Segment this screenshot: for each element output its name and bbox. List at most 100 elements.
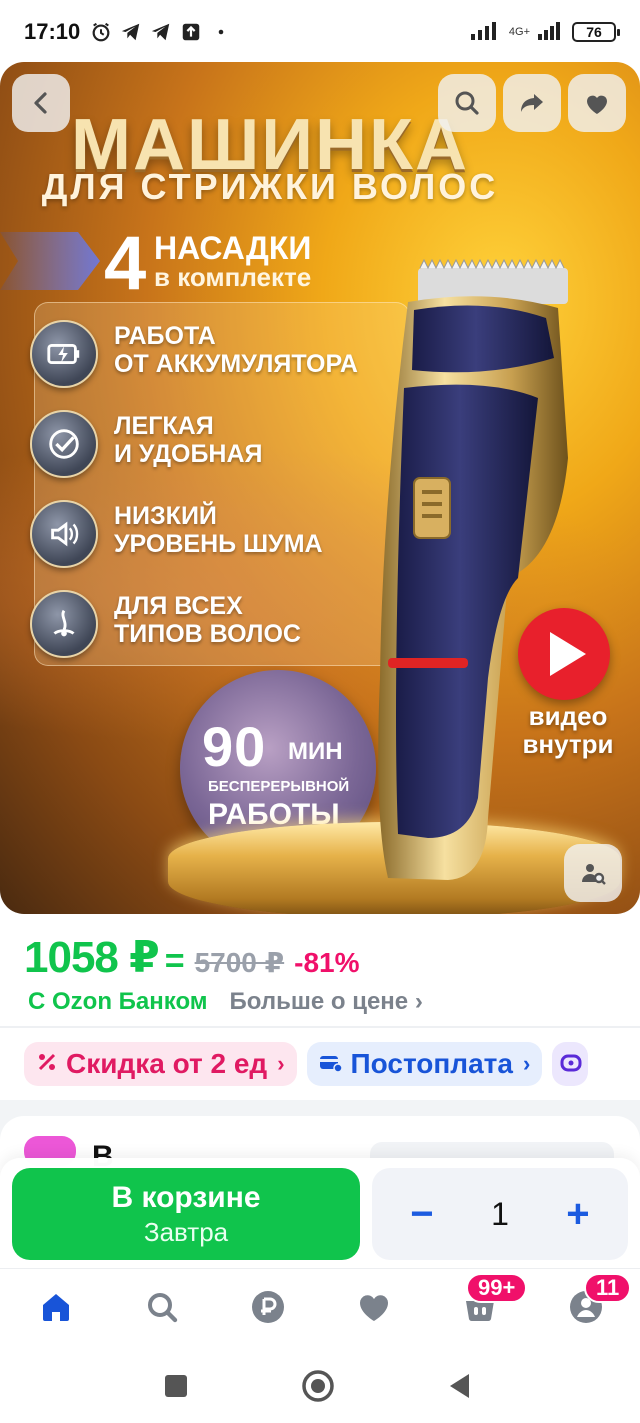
signal-icon [470,20,501,45]
price-details-row: С Ozon Банком Больше о цене › [28,988,423,1016]
nozzles-count: 4 [104,221,147,306]
more-about-price-link[interactable]: Больше о цене › [230,988,423,1016]
back-button[interactable] [12,74,70,132]
increase-quantity-button[interactable]: + [558,1194,598,1234]
tab-catalog-search[interactable] [138,1283,186,1331]
similar-search-button[interactable] [564,844,622,902]
ozon-card-price-icon: = [164,942,185,980]
feature-hair-text: ДЛЯ ВСЕХ ТИПОВ ВОЛОС [114,592,301,648]
chip-bulk-discount-label: Скидка от 2 ед [66,1048,268,1079]
original-price: 5700 ₽ [194,947,285,978]
percent-icon [36,1048,58,1080]
video-label-line1: видео [528,701,608,731]
feature-hair: ДЛЯ ВСЕХ ТИПОВ ВОЛОС [0,586,400,666]
runtime-line1: БЕСПЕРЕРЫВНОЙ [208,778,350,795]
feature-battery-line2: ОТ АККУМУЛЯТОРА [114,350,358,378]
status-right: 4G+ 76 [470,20,620,45]
cart-count-badge: 99+ [466,1273,528,1303]
hair-follicle-icon [30,590,98,658]
square-icon [165,1375,187,1397]
in-cart-label: В корзине [111,1181,261,1214]
in-cart-button[interactable]: В корзине Завтра [12,1168,360,1260]
feature-hair-line1: ДЛЯ ВСЕХ [114,592,243,620]
nozzles-banner: 4 НАСАДКИ в комплекте [0,221,420,310]
price-row[interactable]: 1058 ₽ = 5700 ₽ -81% [24,932,360,988]
profile-count-badge: 11 [584,1273,632,1303]
signal-icon-2 [538,20,564,45]
feature-hair-line2: ТИПОВ ВОЛОС [114,620,301,648]
card-icon [319,1048,343,1080]
triangle-back-icon [450,1374,469,1398]
search-icon [455,91,479,115]
promo-chips: Скидка от 2 ед › Постоплата › [24,1042,640,1090]
feature-light: ЛЕГКАЯ И УДОБНАЯ [0,406,400,486]
telegram-icon [120,21,142,43]
feature-noise: НИЗКИЙ УРОВЕНЬ ШУМА [0,496,400,576]
tab-profile[interactable]: 11 [562,1273,632,1331]
feature-light-line2: И УДОБНАЯ [114,440,263,468]
tab-finance[interactable] [244,1283,292,1331]
checkmark-icon [30,410,98,478]
system-back-button[interactable] [442,1368,478,1404]
hair-clipper-illustration [368,258,568,914]
tab-cart[interactable]: 99+ [456,1273,528,1331]
telegram-icon-2 [150,21,172,43]
feature-battery-line1: РАБОТА [114,322,216,350]
quantity-stepper: − 1 + [372,1168,628,1260]
chevron-left-icon [34,92,47,114]
discount-percent: -81% [294,947,360,978]
circle-icon [302,1370,334,1402]
bottom-tab-bar: 99+ 11 [0,1268,640,1352]
home-button[interactable] [300,1368,336,1404]
image-search-icon [582,864,606,885]
favorite-button[interactable] [568,74,626,132]
speaker-icon [30,500,98,568]
tab-favorites[interactable] [350,1283,398,1331]
hero-subtitle: ДЛЯ СТРИЖКИ ВОЛОС [41,166,499,207]
video-label-line2: внутри [522,729,614,759]
feature-light-line1: ЛЕГКАЯ [114,412,214,440]
heart-icon [587,95,607,114]
upload-icon [180,21,202,43]
chip-more[interactable] [552,1042,589,1086]
quantity-value: 1 [491,1195,509,1232]
search-button[interactable] [438,74,496,132]
runtime-unit: МИН [288,738,343,765]
feature-noise-line2: УРОВЕНЬ ШУМА [114,530,323,558]
chevron-right-icon: › [522,1051,531,1076]
chevrons-decoration [0,232,100,290]
feature-light-text: ЛЕГКАЯ И УДОБНАЯ [114,412,263,468]
home-icon [43,1294,69,1321]
alarm-icon [90,21,112,43]
recent-apps-button[interactable] [158,1368,194,1404]
status-bar: 17:10 4G+ 76 [0,0,640,64]
delivery-label: Завтра [143,1217,229,1247]
status-time: 17:10 [24,19,81,44]
product-image[interactable]: МАШИНКА ДЛЯ СТРИЖКИ ВОЛОС 4 НАСАДКИ в ко… [0,62,640,914]
video-play-button[interactable] [518,608,610,700]
chip-bulk-discount[interactable]: Скидка от 2 ед › [24,1042,297,1086]
chip-postpay-label: Постоплата [350,1048,513,1079]
network-type: 4G+ [508,25,530,38]
current-price: 1058 ₽ [24,933,160,982]
screen: 17:10 4G+ 76 МАШИНКА ДЛЯ СТРИЖКИ ВОЛОС 4… [0,0,640,1423]
runtime-number: 90 [202,715,267,778]
divider [0,1026,640,1028]
video-label: видео внутри [508,702,628,758]
feature-battery: РАБОТА ОТ АККУМУЛЯТОРА [0,316,400,396]
system-navigation-bar [0,1352,640,1423]
decrease-quantity-button[interactable]: − [402,1194,442,1234]
chip-postpay[interactable]: Постоплата › [306,1042,543,1086]
notification-dot-icon [210,21,232,43]
search-icon [148,1293,178,1323]
ruble-icon [252,1291,284,1323]
share-button[interactable] [503,74,561,132]
ozon-bank-label: С Ozon Банком [28,988,208,1015]
feature-noise-line1: НИЗКИЙ [114,502,217,530]
battery-charge-icon [30,320,98,388]
feature-battery-text: РАБОТА ОТ АККУМУЛЯТОРА [114,322,358,378]
tab-home[interactable] [32,1283,80,1331]
nozzles-sublabel: в комплекте [154,262,312,292]
heart-icon [359,1295,389,1321]
battery-indicator: 76 [572,22,620,42]
